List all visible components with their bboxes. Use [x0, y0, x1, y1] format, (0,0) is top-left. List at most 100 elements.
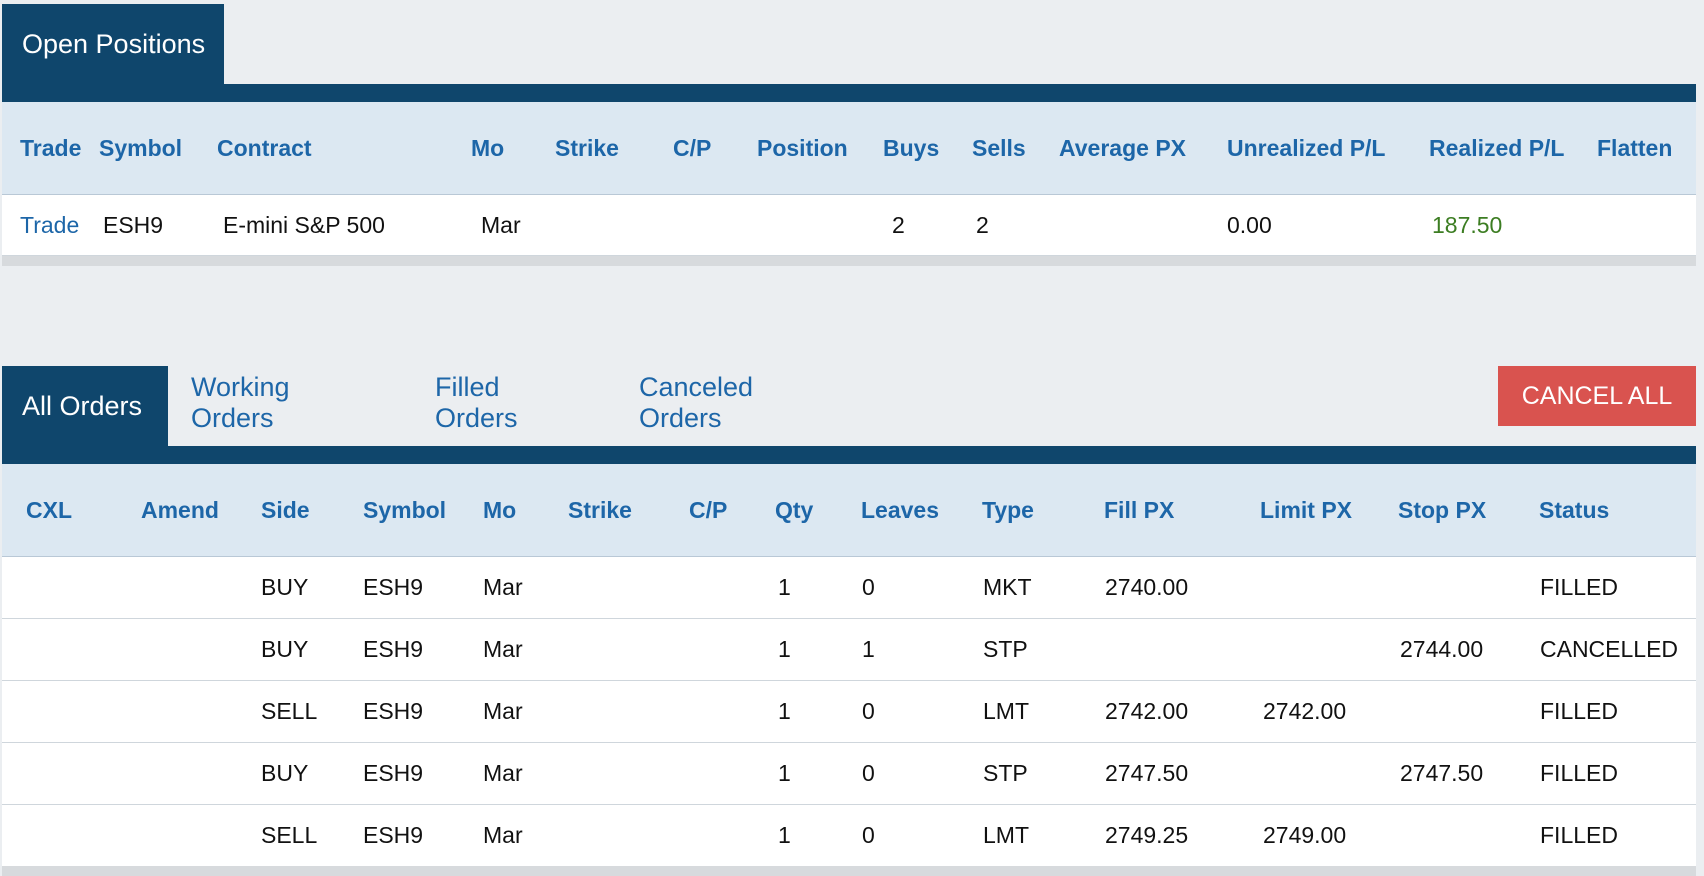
- col-realized-pl: Realized P/L: [1429, 134, 1565, 161]
- col-symbol: Symbol: [99, 134, 183, 161]
- order-fill-px: 2742.00: [1105, 698, 1189, 724]
- order-status: FILLED: [1540, 760, 1618, 786]
- order-fill-px: 2747.50: [1105, 760, 1189, 786]
- order-leaves: 1: [862, 636, 875, 662]
- orders-header-row: CXL Amend Side Symbol Mo Strike C/P Qty …: [2, 464, 1696, 557]
- order-row: BUY ESH9 Mar 1 0 STP 2747.50 2747.50 FIL…: [2, 743, 1696, 805]
- tab-filled-orders[interactable]: Filled Orders: [435, 360, 518, 446]
- col-amend: Amend: [141, 496, 219, 523]
- tab-open-positions[interactable]: Open Positions: [2, 4, 224, 84]
- position-row: Trade ESH9 E-mini S&P 500 Mar 2 2 0.00 1…: [2, 195, 1696, 256]
- order-leaves: 0: [862, 822, 875, 848]
- col-status: Status: [1539, 496, 1610, 523]
- order-qty: 1: [778, 636, 791, 662]
- order-row: SELL ESH9 Mar 1 0 LMT 2749.25 2749.00 FI…: [2, 805, 1696, 867]
- col-type: Type: [982, 496, 1034, 523]
- col-average-px: Average PX: [1059, 134, 1186, 161]
- order-status: FILLED: [1540, 574, 1618, 600]
- col-strike: Strike: [555, 134, 619, 161]
- col-qty: Qty: [775, 496, 814, 523]
- col-fill-px: Fill PX: [1104, 496, 1175, 523]
- col-sells: Sells: [972, 134, 1026, 161]
- col-trade: Trade: [20, 134, 82, 161]
- order-mo: Mar: [483, 760, 523, 786]
- order-stop-px: 2747.50: [1400, 760, 1484, 786]
- order-side: SELL: [261, 822, 318, 848]
- col-cxl: CXL: [26, 496, 72, 523]
- col-limit-px: Limit PX: [1260, 496, 1353, 523]
- order-type: STP: [983, 636, 1028, 662]
- order-type: LMT: [983, 822, 1029, 848]
- col-mo: Mo: [471, 134, 505, 161]
- order-symbol: ESH9: [363, 698, 424, 724]
- orders-table: CXL Amend Side Symbol Mo Strike C/P Qty …: [2, 464, 1696, 867]
- col-cp: C/P: [689, 496, 728, 523]
- order-qty: 1: [778, 822, 791, 848]
- col-unrealized-pl: Unrealized P/L: [1227, 134, 1386, 161]
- orders-bottom-shadow: [2, 866, 1696, 876]
- trade-link[interactable]: Trade: [20, 195, 79, 255]
- positions-header-row: Trade Symbol Contract Mo Strike C/P Posi…: [2, 102, 1696, 195]
- order-mo: Mar: [483, 574, 523, 600]
- order-qty: 1: [778, 574, 791, 600]
- tab-canceled-orders[interactable]: Canceled Orders: [639, 360, 753, 446]
- order-type: LMT: [983, 698, 1029, 724]
- position-contract: E-mini S&P 500: [223, 211, 385, 238]
- tab-all-orders[interactable]: All Orders: [2, 366, 168, 446]
- col-flatten: Flatten: [1597, 134, 1673, 161]
- tab-label: Open Positions: [22, 28, 206, 59]
- order-mo: Mar: [483, 822, 523, 848]
- order-symbol: ESH9: [363, 636, 424, 662]
- order-row: BUY ESH9 Mar 1 0 MKT 2740.00 FILLED: [2, 557, 1696, 619]
- order-side: BUY: [261, 574, 309, 600]
- order-row: BUY ESH9 Mar 1 1 STP 2744.00 CANCELLED: [2, 619, 1696, 681]
- col-contract: Contract: [217, 134, 312, 161]
- order-status: FILLED: [1540, 698, 1618, 724]
- order-mo: Mar: [483, 698, 523, 724]
- order-type: STP: [983, 760, 1028, 786]
- position-realized-pl: 187.50: [1432, 211, 1503, 238]
- order-type: MKT: [983, 574, 1032, 600]
- cancel-all-button[interactable]: CANCEL ALL: [1498, 366, 1696, 426]
- order-qty: 1: [778, 760, 791, 786]
- order-fill-px: 2740.00: [1105, 574, 1189, 600]
- order-symbol: ESH9: [363, 574, 424, 600]
- col-position: Position: [757, 134, 848, 161]
- position-buys: 2: [892, 211, 905, 238]
- tab-working-orders[interactable]: Working Orders: [191, 360, 290, 446]
- order-side: BUY: [261, 760, 309, 786]
- order-symbol: ESH9: [363, 760, 424, 786]
- positions-bottom-shadow: [2, 256, 1696, 266]
- col-stop-px: Stop PX: [1398, 496, 1487, 523]
- order-limit-px: 2749.00: [1263, 822, 1347, 848]
- order-qty: 1: [778, 698, 791, 724]
- position-symbol: ESH9: [103, 211, 164, 238]
- order-fill-px: 2749.25: [1105, 822, 1189, 848]
- orders-tab-bar: [2, 446, 1696, 464]
- order-leaves: 0: [862, 698, 875, 724]
- col-symbol: Symbol: [363, 496, 447, 523]
- col-cp: C/P: [673, 134, 712, 161]
- order-status: CANCELLED: [1540, 636, 1679, 662]
- order-symbol: ESH9: [363, 822, 424, 848]
- order-leaves: 0: [862, 760, 875, 786]
- col-side: Side: [261, 496, 310, 523]
- position-mo: Mar: [481, 211, 521, 238]
- position-unrealized-pl: 0.00: [1227, 211, 1272, 238]
- order-side: BUY: [261, 636, 309, 662]
- col-strike: Strike: [568, 496, 632, 523]
- position-sells: 2: [976, 211, 989, 238]
- order-row: SELL ESH9 Mar 1 0 LMT 2742.00 2742.00 FI…: [2, 681, 1696, 743]
- tab-label: All Orders: [22, 390, 143, 421]
- order-stop-px: 2744.00: [1400, 636, 1484, 662]
- order-leaves: 0: [862, 574, 875, 600]
- col-mo: Mo: [483, 496, 517, 523]
- col-buys: Buys: [883, 134, 940, 161]
- positions-table: Trade Symbol Contract Mo Strike C/P Posi…: [2, 102, 1696, 256]
- col-leaves: Leaves: [861, 496, 940, 523]
- order-side: SELL: [261, 698, 318, 724]
- order-limit-px: 2742.00: [1263, 698, 1347, 724]
- positions-tab-bar: [2, 84, 1696, 102]
- order-status: FILLED: [1540, 822, 1618, 848]
- order-mo: Mar: [483, 636, 523, 662]
